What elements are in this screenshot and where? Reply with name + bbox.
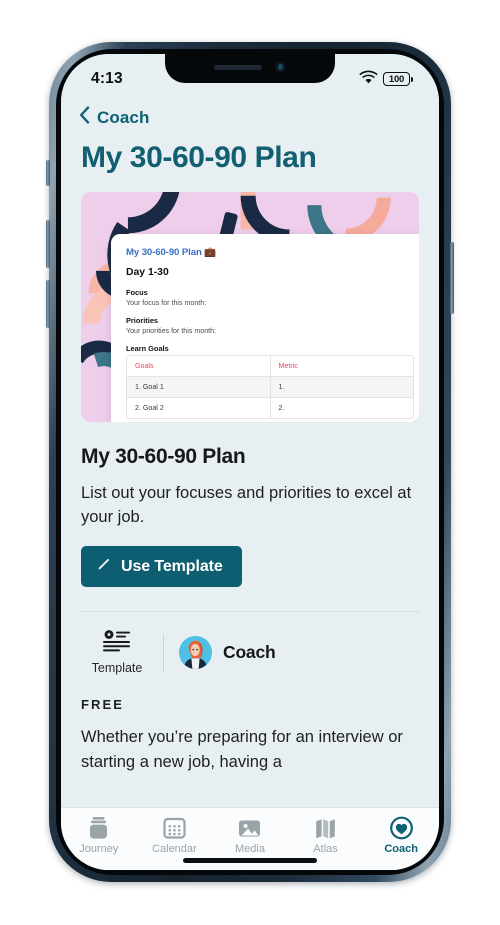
doc-heading: Day 1-30 bbox=[126, 267, 169, 278]
status-time: 4:13 bbox=[91, 70, 123, 87]
heart-circle-icon bbox=[389, 815, 414, 840]
tab-label: Journey bbox=[79, 843, 119, 855]
battery-level: 100 bbox=[388, 73, 405, 85]
power-button[interactable] bbox=[450, 242, 454, 314]
map-icon bbox=[313, 815, 338, 840]
tab-label: Coach bbox=[384, 843, 418, 855]
front-camera-icon bbox=[275, 61, 286, 73]
back-label: Coach bbox=[97, 107, 150, 127]
avatar bbox=[179, 636, 212, 670]
use-template-button[interactable]: Use Template bbox=[81, 546, 242, 588]
speaker-grille bbox=[214, 64, 262, 70]
doc-table: Goals Metric 1. Goal 1 1. 2. Goal 2 2. bbox=[126, 355, 414, 419]
price-label: FREE bbox=[81, 697, 125, 713]
tab-label: Calendar bbox=[152, 843, 197, 855]
doc-section-heading: Focus bbox=[126, 288, 148, 297]
template-document-preview: My 30-60-90 Plan 💼 Day 1-30 Focus Your f… bbox=[111, 234, 419, 422]
tab-calendar[interactable]: Calendar bbox=[137, 815, 213, 855]
doc-section-heading: Priorities bbox=[126, 316, 159, 325]
table-column-header: Metric bbox=[278, 362, 298, 370]
template-list-icon bbox=[103, 630, 131, 657]
tab-label: Media bbox=[235, 843, 265, 855]
table-cell: 2. bbox=[278, 404, 285, 412]
tab-atlas[interactable]: Atlas bbox=[288, 815, 364, 855]
doc-section-text: Your priorities for this month: bbox=[126, 327, 217, 335]
volume-up-button[interactable] bbox=[46, 220, 50, 268]
tab-label: Atlas bbox=[313, 843, 338, 855]
coach-name: Coach bbox=[223, 642, 276, 663]
calendar-icon bbox=[162, 815, 187, 840]
media-image-icon bbox=[237, 815, 262, 840]
table-column-header: Goals bbox=[127, 356, 271, 376]
article-body: Whether you’re preparing for an intervie… bbox=[81, 728, 403, 771]
tab-media[interactable]: Media bbox=[212, 815, 288, 855]
back-navigation[interactable]: Coach bbox=[61, 98, 439, 133]
page-title: My 30-60-90 Plan bbox=[81, 141, 317, 174]
template-description: List out your focuses and priorities to … bbox=[81, 484, 412, 526]
scroll-content[interactable]: Coach My 30-60-90 Plan My 30-60-90 Plan … bbox=[61, 98, 439, 870]
wifi-icon bbox=[359, 70, 378, 89]
template-type-badge: Template bbox=[81, 630, 153, 675]
table-row: 1. Goal 1 1. bbox=[127, 377, 413, 398]
table-row: 2. Goal 2 2. bbox=[127, 398, 413, 418]
template-details: My 30-60-90 Plan List out your focuses a… bbox=[61, 445, 439, 588]
chevron-left-icon bbox=[79, 106, 90, 129]
doc-table-heading: Learn Goals bbox=[126, 344, 169, 353]
template-name: My 30-60-90 Plan bbox=[81, 445, 246, 468]
template-meta-row: Template Coach bbox=[61, 612, 439, 675]
template-preview-card[interactable]: My 30-60-90 Plan 💼 Day 1-30 Focus Your f… bbox=[81, 192, 419, 422]
template-type-label: Template bbox=[91, 661, 143, 676]
phone-screen: 4:13 100 Coach My 30-60-90 Plan My 30-60… bbox=[61, 54, 439, 870]
silence-switch[interactable] bbox=[46, 160, 50, 186]
table-cell: 2. Goal 2 bbox=[127, 398, 271, 418]
volume-down-button[interactable] bbox=[46, 280, 50, 328]
table-cell: 1. Goal 1 bbox=[127, 377, 271, 397]
device-notch bbox=[165, 54, 335, 83]
use-template-label: Use Template bbox=[121, 557, 223, 575]
pencil-icon bbox=[96, 556, 112, 577]
home-indicator[interactable] bbox=[183, 858, 317, 863]
doc-section-text: Your focus for this month: bbox=[126, 299, 207, 307]
coach-attribution[interactable]: Coach bbox=[179, 636, 276, 670]
battery-tip bbox=[411, 76, 413, 82]
phone-device: 4:13 100 Coach My 30-60-90 Plan My 30-60… bbox=[46, 42, 454, 882]
doc-title: My 30-60-90 Plan 💼 bbox=[126, 247, 217, 258]
table-header-row: Goals Metric bbox=[127, 356, 413, 377]
tab-coach[interactable]: Coach bbox=[363, 815, 439, 855]
status-indicators: 100 bbox=[359, 70, 413, 89]
meta-separator bbox=[163, 633, 164, 672]
battery-indicator: 100 bbox=[383, 72, 413, 86]
journey-jar-icon bbox=[86, 815, 111, 840]
table-cell: 1. bbox=[278, 383, 285, 391]
tab-journey[interactable]: Journey bbox=[61, 815, 137, 855]
